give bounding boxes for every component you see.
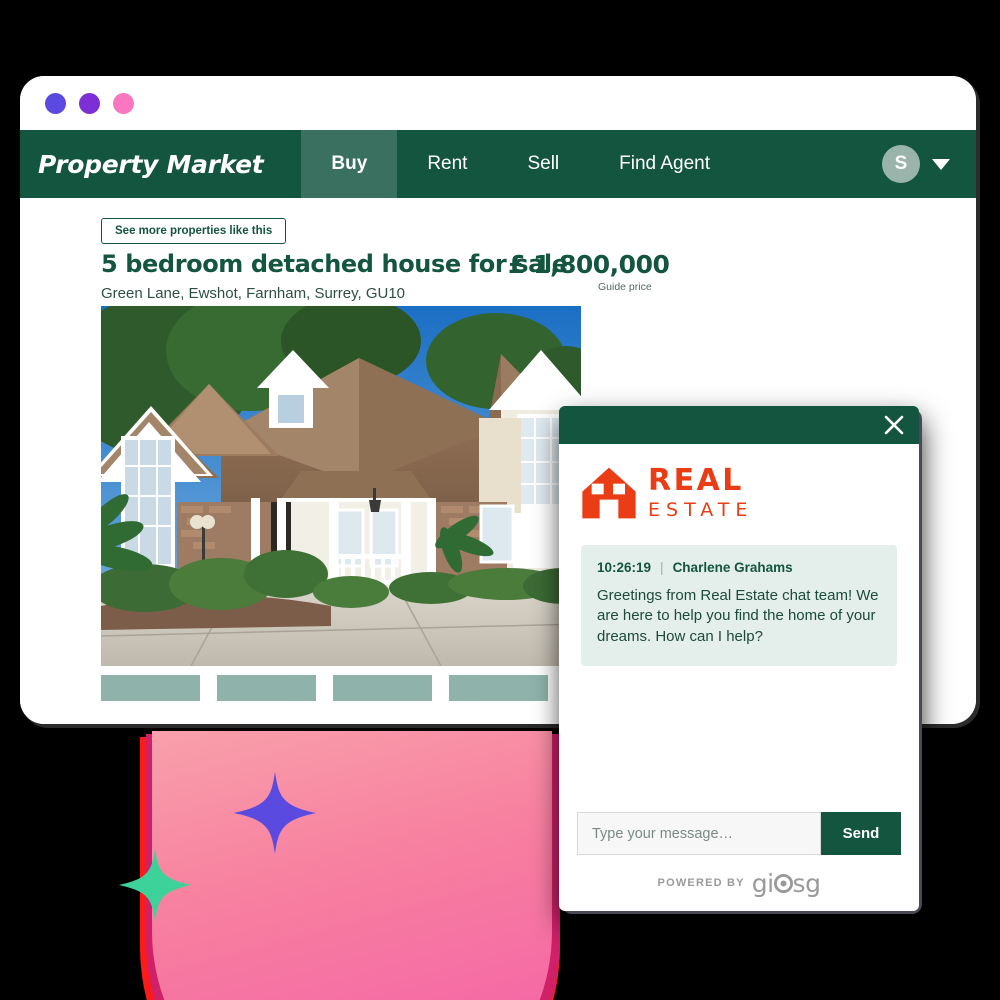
thumbnail-1[interactable]: [101, 675, 200, 701]
chat-footer: POWERED BY gi sg: [559, 855, 919, 911]
nav-item-rent-label: Rent: [427, 153, 468, 174]
giosg-o-icon: [773, 873, 793, 893]
listing-price-note: Guide price: [598, 281, 652, 293]
nav-item-find-agent[interactable]: Find Agent: [589, 130, 740, 198]
chat-message-author: Charlene Grahams: [672, 559, 793, 575]
avatar[interactable]: S: [882, 145, 920, 183]
chat-message-text: Greetings from Real Estate chat team! We…: [597, 586, 879, 645]
chat-brand-text: REAL ESTATE: [648, 466, 753, 525]
window-dot-purple[interactable]: [79, 92, 100, 114]
chat-logo-secondary: ESTATE: [648, 499, 754, 521]
window-dot-blue[interactable]: [45, 92, 66, 114]
nav-item-rent[interactable]: Rent: [397, 130, 497, 198]
photo-thumbnail-strip: [101, 675, 548, 701]
sparkle-green-icon: [117, 847, 193, 923]
listing-address: Green Lane, Ewshot, Farnham, Surrey, GU1…: [101, 285, 406, 302]
listing-photo[interactable]: [101, 306, 581, 666]
browser-titlebar: [20, 76, 976, 130]
chat-logo-primary: REAL: [648, 463, 744, 498]
send-button[interactable]: Send: [821, 812, 901, 855]
nav-item-buy-label: Buy: [331, 153, 368, 174]
thumbnail-3[interactable]: [333, 675, 432, 701]
chat-header: [559, 406, 919, 444]
site-logo[interactable]: Property Market: [20, 130, 289, 198]
powered-by-label: POWERED BY: [657, 877, 745, 889]
nav-item-sell[interactable]: Sell: [497, 130, 589, 198]
listing-price: £ 1,800,000: [508, 250, 670, 279]
nav-item-buy[interactable]: Buy: [301, 130, 398, 198]
thumbnail-2[interactable]: [217, 675, 316, 701]
chat-message-meta: 10:26:19 | Charlene Grahams: [597, 560, 881, 575]
house-photo-illustration: [101, 306, 581, 666]
page-title: 5 bedroom detached house for sale: [101, 250, 568, 278]
giosg-wordmark: gi sg: [752, 869, 821, 898]
chat-message-time: 10:26:19: [597, 559, 652, 575]
nav-right-group: S: [882, 130, 976, 198]
close-icon[interactable]: [882, 413, 906, 437]
sparkle-purple-icon: [232, 770, 318, 856]
chat-body: REAL ESTATE 10:26:19 | Charlene Grahams …: [559, 444, 919, 812]
chevron-down-icon[interactable]: [932, 158, 950, 170]
house-logo-icon: [582, 467, 636, 519]
screenshot-stage: Property Market Buy Rent Sell Find Agent…: [0, 0, 1000, 1000]
thumbnail-4[interactable]: [449, 675, 548, 701]
chat-widget: REAL ESTATE 10:26:19 | Charlene Grahams …: [559, 406, 919, 911]
chat-message-bubble: 10:26:19 | Charlene Grahams Greetings fr…: [581, 544, 897, 666]
window-dot-pink[interactable]: [113, 92, 134, 114]
giosg-text-part2: sg: [792, 868, 821, 898]
chat-message-input[interactable]: [577, 812, 821, 855]
site-navbar: Property Market Buy Rent Sell Find Agent…: [20, 130, 976, 198]
chat-input-row: Send: [559, 812, 919, 855]
nav-item-find-agent-label: Find Agent: [619, 153, 710, 174]
decor-pink-semicircle: [152, 731, 552, 1000]
chat-message-separator: |: [660, 559, 664, 575]
giosg-text-part1: gi: [751, 868, 774, 898]
see-more-properties-button[interactable]: See more properties like this: [101, 218, 287, 244]
nav-item-sell-label: Sell: [527, 153, 560, 174]
chat-brand-logo: REAL ESTATE: [581, 466, 897, 525]
